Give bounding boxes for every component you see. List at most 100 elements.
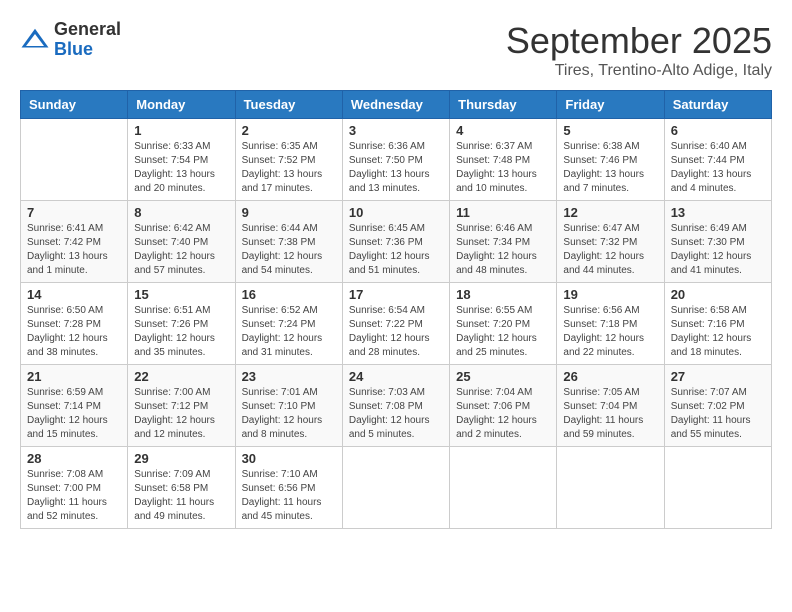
day-info: Sunrise: 6:35 AM Sunset: 7:52 PM Dayligh… bbox=[242, 140, 336, 196]
day-info: Sunrise: 7:03 AM Sunset: 7:08 PM Dayligh… bbox=[349, 386, 443, 442]
day-number: 28 bbox=[27, 451, 121, 466]
logo: General Blue bbox=[20, 20, 121, 60]
day-info: Sunrise: 6:42 AM Sunset: 7:40 PM Dayligh… bbox=[134, 222, 228, 278]
day-number: 18 bbox=[456, 287, 550, 302]
day-info: Sunrise: 6:37 AM Sunset: 7:48 PM Dayligh… bbox=[456, 140, 550, 196]
day-info: Sunrise: 6:56 AM Sunset: 7:18 PM Dayligh… bbox=[563, 304, 657, 360]
calendar-cell: 21 Sunrise: 6:59 AM Sunset: 7:14 PM Dayli… bbox=[21, 365, 128, 447]
day-number: 14 bbox=[27, 287, 121, 302]
day-number: 15 bbox=[134, 287, 228, 302]
week-row-3: 14 Sunrise: 6:50 AM Sunset: 7:28 PM Dayli… bbox=[21, 283, 772, 365]
day-info: Sunrise: 7:05 AM Sunset: 7:04 PM Dayligh… bbox=[563, 386, 657, 442]
day-number: 3 bbox=[349, 123, 443, 138]
calendar-cell: 3Sunrise: 6:36 AM Sunset: 7:50 PM Daylig… bbox=[342, 119, 449, 201]
day-number: 16 bbox=[242, 287, 336, 302]
day-info: Sunrise: 7:04 AM Sunset: 7:06 PM Dayligh… bbox=[456, 386, 550, 442]
day-number: 20 bbox=[671, 287, 765, 302]
day-info: Sunrise: 7:01 AM Sunset: 7:10 PM Dayligh… bbox=[242, 386, 336, 442]
calendar-cell bbox=[450, 447, 557, 529]
day-number: 2 bbox=[242, 123, 336, 138]
day-number: 24 bbox=[349, 369, 443, 384]
calendar-cell bbox=[342, 447, 449, 529]
calendar: SundayMondayTuesdayWednesdayThursdayFrid… bbox=[20, 90, 772, 529]
calendar-cell: 8Sunrise: 6:42 AM Sunset: 7:40 PM Daylig… bbox=[128, 201, 235, 283]
calendar-cell: 23 Sunrise: 7:01 AM Sunset: 7:10 PM Dayli… bbox=[235, 365, 342, 447]
day-number: 12 bbox=[563, 205, 657, 220]
day-header-tuesday: Tuesday bbox=[235, 91, 342, 119]
day-info: Sunrise: 6:41 AM Sunset: 7:42 PM Dayligh… bbox=[27, 222, 121, 278]
header: General Blue September 2025 Tires, Trent… bbox=[20, 20, 772, 80]
day-info: Sunrise: 6:50 AM Sunset: 7:28 PM Dayligh… bbox=[27, 304, 121, 360]
calendar-cell: 16 Sunrise: 6:52 AM Sunset: 7:24 PM Dayli… bbox=[235, 283, 342, 365]
calendar-cell: 27 Sunrise: 7:07 AM Sunset: 7:02 PM Dayli… bbox=[664, 365, 771, 447]
calendar-cell: 24 Sunrise: 7:03 AM Sunset: 7:08 PM Dayli… bbox=[342, 365, 449, 447]
day-info: Sunrise: 6:46 AM Sunset: 7:34 PM Dayligh… bbox=[456, 222, 550, 278]
day-info: Sunrise: 6:33 AM Sunset: 7:54 PM Dayligh… bbox=[134, 140, 228, 196]
day-info: Sunrise: 7:09 AM Sunset: 6:58 PM Dayligh… bbox=[134, 468, 228, 524]
day-info: Sunrise: 6:38 AM Sunset: 7:46 PM Dayligh… bbox=[563, 140, 657, 196]
day-header-sunday: Sunday bbox=[21, 91, 128, 119]
day-info: Sunrise: 6:40 AM Sunset: 7:44 PM Dayligh… bbox=[671, 140, 765, 196]
calendar-cell: 1 Sunrise: 6:33 AM Sunset: 7:54 PM Daylig… bbox=[128, 119, 235, 201]
calendar-cell: 10 Sunrise: 6:45 AM Sunset: 7:36 PM Dayli… bbox=[342, 201, 449, 283]
logo-text: General Blue bbox=[54, 20, 121, 60]
calendar-cell: 6Sunrise: 6:40 AM Sunset: 7:44 PM Daylig… bbox=[664, 119, 771, 201]
calendar-cell: 7Sunrise: 6:41 AM Sunset: 7:42 PM Daylig… bbox=[21, 201, 128, 283]
day-info: Sunrise: 6:54 AM Sunset: 7:22 PM Dayligh… bbox=[349, 304, 443, 360]
calendar-cell: 18 Sunrise: 6:55 AM Sunset: 7:20 PM Dayli… bbox=[450, 283, 557, 365]
day-number: 11 bbox=[456, 205, 550, 220]
calendar-cell: 22Sunrise: 7:00 AM Sunset: 7:12 PM Dayli… bbox=[128, 365, 235, 447]
day-number: 21 bbox=[27, 369, 121, 384]
day-number: 4 bbox=[456, 123, 550, 138]
day-number: 5 bbox=[563, 123, 657, 138]
calendar-cell: 5 Sunrise: 6:38 AM Sunset: 7:46 PM Daylig… bbox=[557, 119, 664, 201]
day-info: Sunrise: 6:58 AM Sunset: 7:16 PM Dayligh… bbox=[671, 304, 765, 360]
calendar-cell: 20 Sunrise: 6:58 AM Sunset: 7:16 PM Dayli… bbox=[664, 283, 771, 365]
day-info: Sunrise: 7:08 AM Sunset: 7:00 PM Dayligh… bbox=[27, 468, 121, 524]
day-header-monday: Monday bbox=[128, 91, 235, 119]
week-row-1: 1 Sunrise: 6:33 AM Sunset: 7:54 PM Daylig… bbox=[21, 119, 772, 201]
day-info: Sunrise: 6:52 AM Sunset: 7:24 PM Dayligh… bbox=[242, 304, 336, 360]
calendar-cell bbox=[664, 447, 771, 529]
day-number: 1 bbox=[134, 123, 228, 138]
day-number: 23 bbox=[242, 369, 336, 384]
day-header-thursday: Thursday bbox=[450, 91, 557, 119]
logo-icon bbox=[20, 25, 50, 55]
week-row-4: 21 Sunrise: 6:59 AM Sunset: 7:14 PM Dayli… bbox=[21, 365, 772, 447]
calendar-cell: 11 Sunrise: 6:46 AM Sunset: 7:34 PM Dayli… bbox=[450, 201, 557, 283]
calendar-cell: 13 Sunrise: 6:49 AM Sunset: 7:30 PM Dayli… bbox=[664, 201, 771, 283]
calendar-cell: 17Sunrise: 6:54 AM Sunset: 7:22 PM Dayli… bbox=[342, 283, 449, 365]
calendar-cell: 25Sunrise: 7:04 AM Sunset: 7:06 PM Dayli… bbox=[450, 365, 557, 447]
day-info: Sunrise: 6:44 AM Sunset: 7:38 PM Dayligh… bbox=[242, 222, 336, 278]
calendar-cell: 19 Sunrise: 6:56 AM Sunset: 7:18 PM Dayli… bbox=[557, 283, 664, 365]
calendar-header-row: SundayMondayTuesdayWednesdayThursdayFrid… bbox=[21, 91, 772, 119]
day-number: 13 bbox=[671, 205, 765, 220]
calendar-cell: 15 Sunrise: 6:51 AM Sunset: 7:26 PM Dayli… bbox=[128, 283, 235, 365]
day-number: 29 bbox=[134, 451, 228, 466]
calendar-cell: 2 Sunrise: 6:35 AM Sunset: 7:52 PM Daylig… bbox=[235, 119, 342, 201]
calendar-cell: 4 Sunrise: 6:37 AM Sunset: 7:48 PM Daylig… bbox=[450, 119, 557, 201]
logo-blue-text: Blue bbox=[54, 40, 121, 60]
day-info: Sunrise: 6:55 AM Sunset: 7:20 PM Dayligh… bbox=[456, 304, 550, 360]
calendar-cell: 12 Sunrise: 6:47 AM Sunset: 7:32 PM Dayli… bbox=[557, 201, 664, 283]
day-number: 10 bbox=[349, 205, 443, 220]
day-info: Sunrise: 7:07 AM Sunset: 7:02 PM Dayligh… bbox=[671, 386, 765, 442]
day-info: Sunrise: 6:45 AM Sunset: 7:36 PM Dayligh… bbox=[349, 222, 443, 278]
day-info: Sunrise: 6:47 AM Sunset: 7:32 PM Dayligh… bbox=[563, 222, 657, 278]
day-number: 9 bbox=[242, 205, 336, 220]
day-header-friday: Friday bbox=[557, 91, 664, 119]
day-info: Sunrise: 6:51 AM Sunset: 7:26 PM Dayligh… bbox=[134, 304, 228, 360]
calendar-cell: 9 Sunrise: 6:44 AM Sunset: 7:38 PM Daylig… bbox=[235, 201, 342, 283]
calendar-cell bbox=[557, 447, 664, 529]
location-title: Tires, Trentino-Alto Adige, Italy bbox=[506, 62, 772, 80]
week-row-5: 28 Sunrise: 7:08 AM Sunset: 7:00 PM Dayli… bbox=[21, 447, 772, 529]
day-info: Sunrise: 6:59 AM Sunset: 7:14 PM Dayligh… bbox=[27, 386, 121, 442]
calendar-cell: 26Sunrise: 7:05 AM Sunset: 7:04 PM Dayli… bbox=[557, 365, 664, 447]
day-info: Sunrise: 6:49 AM Sunset: 7:30 PM Dayligh… bbox=[671, 222, 765, 278]
day-number: 27 bbox=[671, 369, 765, 384]
day-number: 19 bbox=[563, 287, 657, 302]
logo-general-text: General bbox=[54, 20, 121, 40]
day-info: Sunrise: 7:10 AM Sunset: 6:56 PM Dayligh… bbox=[242, 468, 336, 524]
day-number: 30 bbox=[242, 451, 336, 466]
day-header-saturday: Saturday bbox=[664, 91, 771, 119]
